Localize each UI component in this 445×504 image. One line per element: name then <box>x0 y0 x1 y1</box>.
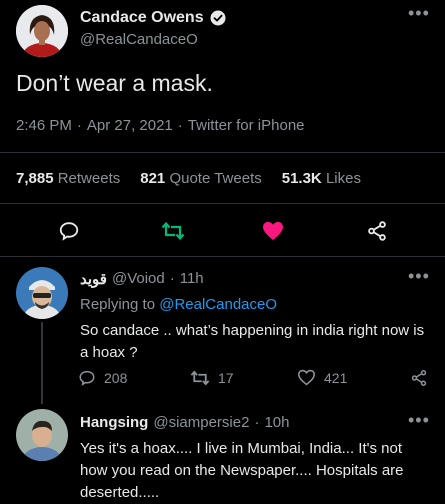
heart-icon[interactable] <box>262 221 284 241</box>
reply-icon <box>78 369 96 387</box>
reply-icon[interactable] <box>58 220 80 242</box>
share-icon[interactable] <box>410 369 428 387</box>
meta-separator: · <box>169 270 175 287</box>
tweet-meta: 2:46 PM · Apr 27, 2021 · Twitter for iPh… <box>16 117 305 134</box>
tweet-date: Apr 27, 2021 <box>86 117 173 134</box>
verified-badge-icon <box>210 10 226 26</box>
replying-to-label: Replying to <box>80 296 156 313</box>
reply-author-handle[interactable]: @siampersie2 <box>153 414 249 431</box>
reply-text: So candace .. what’s happening in india … <box>80 322 425 361</box>
quotes-stat[interactable]: 821 Quote Tweets <box>140 170 261 187</box>
tweet-stats: 7,885 Retweets 821 Quote Tweets 51.3K Li… <box>16 170 361 187</box>
meta-separator: · <box>76 117 82 134</box>
replying-to: Replying to @RealCandaceO <box>80 296 277 313</box>
reply-author-handle[interactable]: @Voiod <box>112 270 165 288</box>
divider <box>0 256 445 257</box>
quotes-count: 821 <box>140 170 166 187</box>
more-icon[interactable]: ••• <box>408 266 430 287</box>
retweet-icon[interactable] <box>161 220 185 242</box>
share-icon[interactable] <box>366 220 388 242</box>
meta-separator: · <box>177 117 183 134</box>
reply-text: Yes it's a hoax.... I live in Mumbai, In… <box>80 440 404 501</box>
tweet-source[interactable]: Twitter for iPhone <box>188 117 305 134</box>
like-count: 421 <box>324 369 348 386</box>
retweets-stat[interactable]: 7,885 Retweets <box>16 170 120 187</box>
more-icon[interactable]: ••• <box>408 3 430 24</box>
quotes-label: Quote Tweets <box>169 170 262 187</box>
reply-action-retweet[interactable]: 17 <box>190 369 234 387</box>
thread-line <box>41 322 43 404</box>
reply-time[interactable]: 11h <box>180 270 204 288</box>
meta-separator: · <box>254 414 260 431</box>
retweets-count: 7,885 <box>16 170 54 187</box>
author-name[interactable]: Candace Owens <box>80 9 204 27</box>
replying-to-handle[interactable]: @RealCandaceO <box>159 296 277 313</box>
reply-count: 208 <box>104 370 128 386</box>
heart-icon <box>297 369 316 386</box>
more-icon[interactable]: ••• <box>408 410 430 431</box>
reply-action-like[interactable]: 421 <box>297 369 347 386</box>
likes-count: 51.3K <box>281 170 322 187</box>
reply-action-reply[interactable]: 208 <box>78 369 127 387</box>
author-avatar[interactable] <box>16 5 68 57</box>
tweet-time: 2:46 PM <box>16 117 72 134</box>
divider <box>0 152 445 153</box>
retweet-icon <box>190 369 210 387</box>
retweets-label: Retweets <box>57 170 121 187</box>
likes-label: Likes <box>325 170 361 187</box>
reply-avatar[interactable] <box>16 409 68 461</box>
tweet-text: Don’t wear a mask. <box>16 70 213 96</box>
reply-avatar[interactable] <box>16 267 68 319</box>
reply-time[interactable]: 10h <box>264 414 289 431</box>
reply-author-name[interactable]: قويد <box>80 270 107 288</box>
likes-stat[interactable]: 51.3K Likes <box>282 170 361 187</box>
retweet-count: 17 <box>218 370 234 386</box>
divider <box>0 203 445 204</box>
reply-author-name[interactable]: Hangsing <box>80 414 148 431</box>
author-handle[interactable]: @RealCandaceO <box>80 31 198 48</box>
